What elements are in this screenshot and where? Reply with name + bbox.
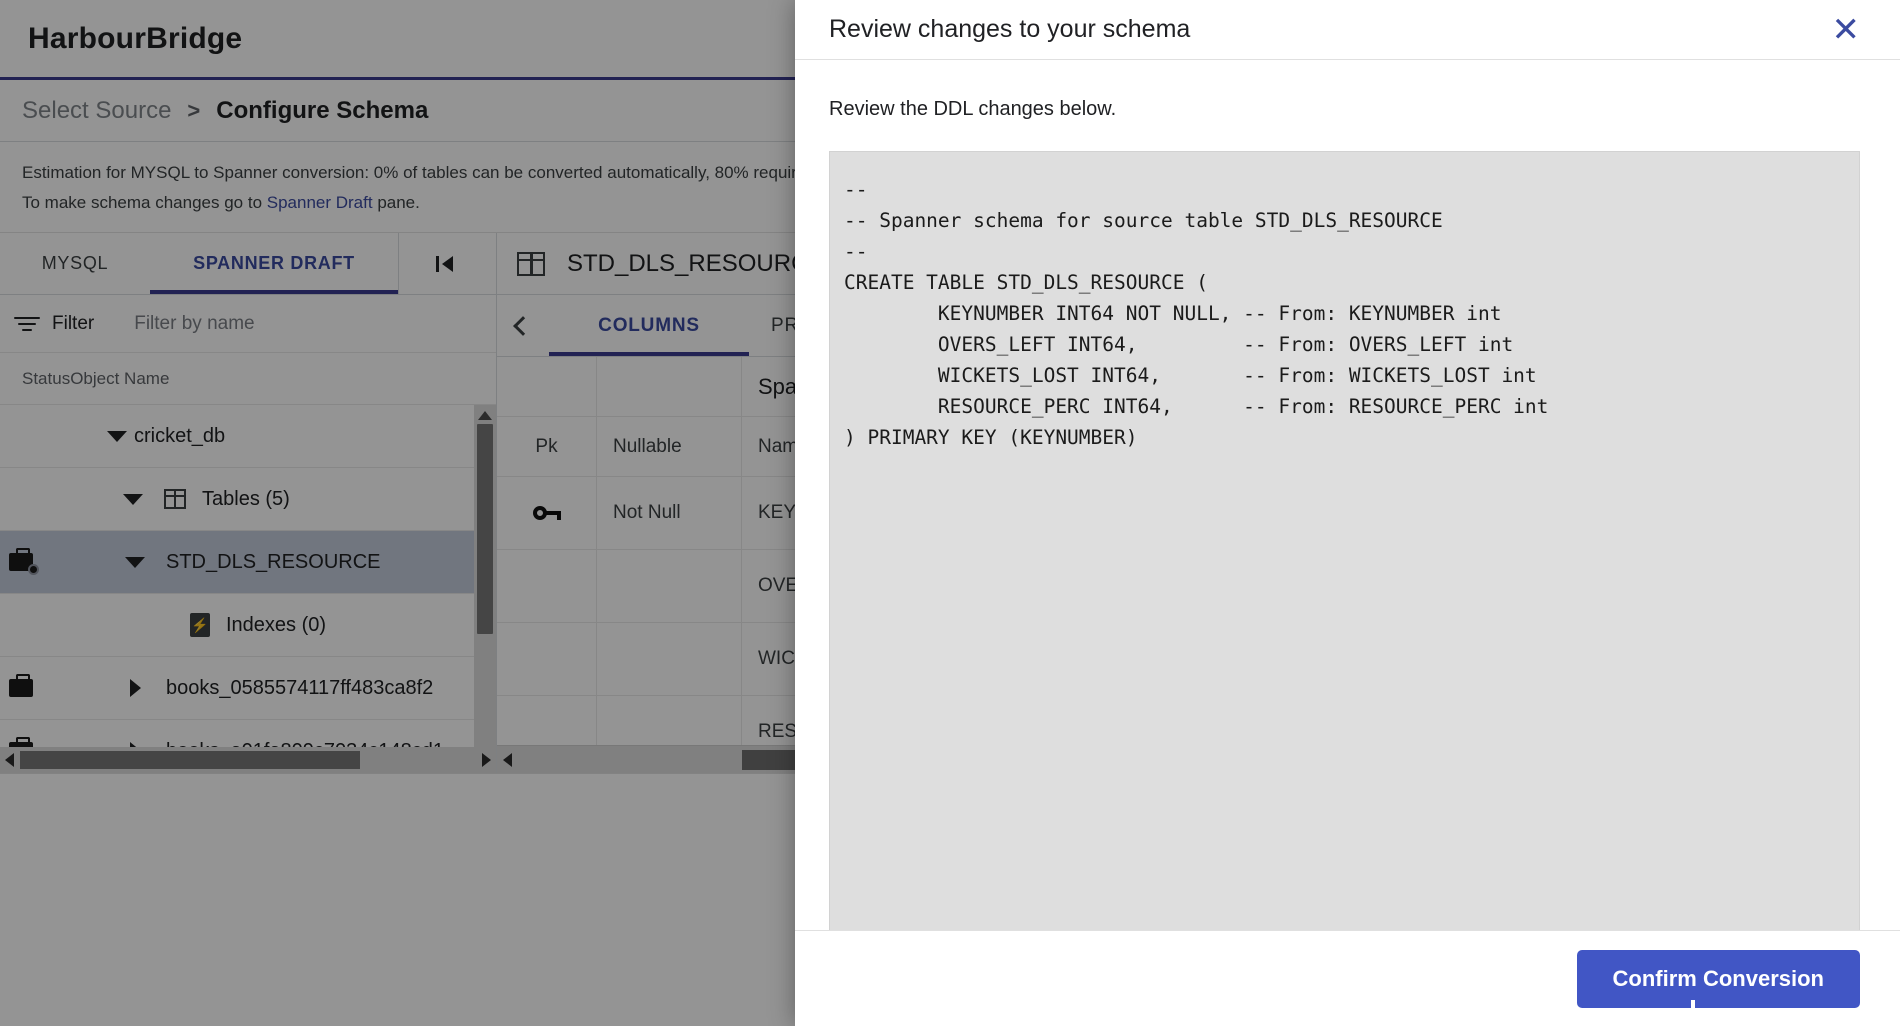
modal-subtitle: Review the DDL changes below.: [829, 98, 1117, 120]
confirm-conversion-button[interactable]: Confirm Conversion: [1576, 949, 1860, 1008]
modal-body: Review the DDL changes below. -- -- Span…: [795, 60, 1900, 930]
ddl-text: -- -- Spanner schema for source table ST…: [844, 178, 1549, 449]
close-icon[interactable]: ✕: [1832, 13, 1861, 47]
modal-title: Review changes to your schema: [829, 15, 1191, 43]
ddl-preview-box[interactable]: -- -- Spanner schema for source table ST…: [829, 151, 1860, 930]
modal-footer: Confirm Conversion: [795, 930, 1900, 1026]
text-cursor: [1691, 1000, 1695, 1026]
modal-header: Review changes to your schema ✕: [795, 0, 1900, 60]
review-schema-modal: Review changes to your schema ✕ Review t…: [795, 0, 1900, 1026]
screen-root: HarbourBridge Select Source > Configure …: [0, 0, 1900, 1026]
